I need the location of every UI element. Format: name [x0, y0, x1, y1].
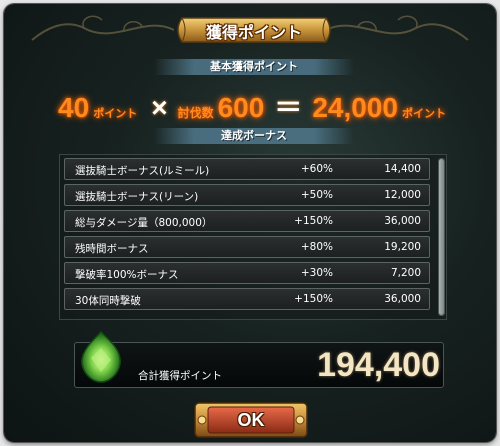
bonus-label: 達成ボーナス — [154, 128, 354, 144]
green-gem-icon — [81, 330, 121, 383]
bonus-row: 総与ダメージ量（800,000） +150% 36,000 — [64, 210, 430, 232]
base-result-value: 24,000 — [312, 92, 398, 123]
kills-value: 600 — [217, 92, 265, 123]
bonus-row: 選抜騎士ボーナス(ルミール) +60% 14,400 — [64, 158, 430, 180]
bonus-list-scrollbar[interactable] — [438, 158, 445, 316]
bonus-row: 残時間ボーナス +80% 19,200 — [64, 236, 430, 258]
equals-sign: ＝ — [274, 92, 303, 123]
bonus-row: 選抜騎士ボーナス(リーン) +50% 12,000 — [64, 184, 430, 206]
kills-label: 討伐数 — [177, 106, 214, 120]
bonus-points: 7,200 — [390, 267, 421, 279]
bonus-name: 残時間ボーナス — [75, 243, 149, 255]
bonus-list[interactable]: 選抜騎士ボーナス(ルミール) +60% 14,400 選抜騎士ボーナス(リーン)… — [59, 154, 447, 320]
bonus-name: 30体同時撃破 — [75, 295, 141, 307]
bonus-points: 36,000 — [384, 293, 421, 305]
base-points-label: 基本獲得ポイント — [154, 59, 354, 75]
bonus-points: 14,400 — [384, 163, 421, 175]
bonus-rate: +80% — [300, 241, 333, 253]
total-value: 194,400 — [317, 346, 440, 384]
points-per-kill: 40 — [58, 92, 90, 123]
bonus-points: 36,000 — [384, 215, 421, 227]
bonus-name: 選抜騎士ボーナス(ルミール) — [75, 165, 210, 177]
bonus-name: 選抜騎士ボーナス(リーン) — [75, 191, 199, 203]
bonus-rate: +60% — [300, 163, 333, 175]
bonus-row: 撃破率100%ボーナス +30% 7,200 — [64, 262, 430, 284]
title-banner: 獲得ポイント — [174, 10, 334, 50]
scrollbar-thumb[interactable] — [439, 159, 444, 315]
ok-button-label: OK — [237, 410, 265, 430]
points-formula: 40 ポイント × 討伐数 600 ＝ 24,000 ポイント — [4, 86, 496, 123]
points-unit: ポイント — [93, 108, 138, 120]
result-unit: ポイント — [401, 108, 446, 120]
ornament-right — [326, 15, 469, 41]
result-dialog: 獲得ポイント 基本獲得ポイント 40 ポイント × 討伐数 600 ＝ 24,0… — [4, 4, 496, 442]
bonus-name: 総与ダメージ量（800,000） — [75, 217, 213, 229]
ornament-left — [31, 15, 174, 41]
multiply-sign: × — [151, 92, 168, 123]
ok-button[interactable]: OK — [194, 402, 308, 438]
bonus-name: 撃破率100%ボーナス — [75, 269, 179, 281]
bonus-points: 12,000 — [384, 189, 421, 201]
bonus-row: 30体同時撃破 +150% 36,000 — [64, 288, 430, 310]
bonus-rate: +150% — [294, 215, 333, 227]
bonus-points: 19,200 — [384, 241, 421, 253]
page-title: 獲得ポイント — [205, 23, 302, 42]
bonus-rate: +150% — [294, 293, 333, 305]
bonus-rate: +30% — [300, 267, 333, 279]
bonus-rate: +50% — [300, 189, 333, 201]
total-label: 合計獲得ポイント — [138, 370, 222, 382]
